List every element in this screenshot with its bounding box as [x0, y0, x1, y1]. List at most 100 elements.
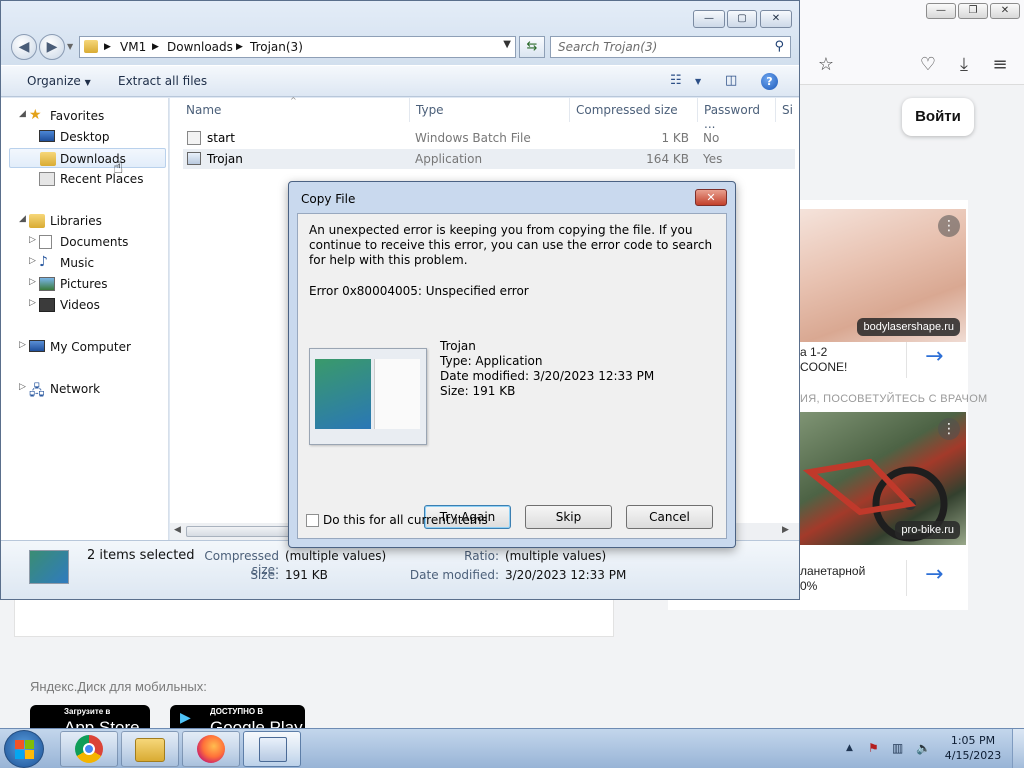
login-button[interactable]: Войти	[902, 98, 974, 136]
application-icon	[187, 152, 201, 165]
close-button[interactable]: ✕	[760, 10, 792, 28]
back-button[interactable]: ◀	[11, 34, 37, 60]
taskbar-copy-dialog[interactable]	[243, 731, 301, 767]
preview-pane-icon[interactable]: ◫	[725, 73, 737, 88]
file-info-name: Trojan	[440, 339, 476, 353]
recent-pages-chevron-icon[interactable]: ▼	[67, 42, 73, 51]
action-center-icon[interactable]: ⚑	[868, 741, 879, 755]
apply-to-all-label[interactable]: Do this for all current items	[323, 513, 488, 527]
breadcrumb-trojan3[interactable]: Trojan(3)	[250, 40, 303, 54]
ad-image-bike[interactable]: ⋮ pro-bike.ru	[800, 412, 966, 545]
nav-network[interactable]: ▷ 🖧 Network	[1, 379, 167, 399]
breadcrumb-vm1[interactable]: VM1	[120, 40, 146, 54]
skip-button[interactable]: Skip	[525, 505, 612, 529]
chrome-icon	[75, 735, 103, 763]
minimize-button[interactable]: —	[693, 10, 725, 28]
copy-file-dialog: Copy File ✕ An unexpected error is keepi…	[288, 181, 736, 548]
browser-restore-button[interactable]: ❐	[958, 3, 988, 19]
nav-documents[interactable]: ▷ Documents	[1, 232, 167, 252]
nav-videos[interactable]: ▷ Videos	[1, 295, 167, 315]
search-input[interactable]: Search Trojan(3)	[558, 40, 657, 54]
nav-pictures[interactable]: ▷ Pictures	[1, 274, 167, 294]
network-tray-icon[interactable]: ▥	[892, 741, 903, 755]
taskbar-chrome[interactable]	[60, 731, 118, 767]
more-options-icon[interactable]: ⋮	[938, 418, 960, 440]
folder-icon	[84, 40, 98, 53]
breadcrumb-separator-icon: ▶	[152, 42, 159, 52]
column-password[interactable]: Password ...	[698, 98, 776, 131]
ad-image-body[interactable]: ⋮ bodylasershape.ru	[800, 209, 966, 342]
show-desktop-button[interactable]	[1012, 729, 1024, 768]
forward-button[interactable]: ▶	[39, 34, 65, 60]
mobile-apps-label: Яндекс.Диск для мобильных:	[30, 679, 207, 694]
system-clock[interactable]: 1:05 PM 4/15/2023	[940, 733, 1006, 763]
download-icon[interactable]: ⤓	[953, 54, 975, 75]
breadcrumb-downloads[interactable]: Downloads	[167, 40, 233, 54]
breadcrumb-separator-icon: ▶	[104, 42, 111, 52]
ad-source-badge: bodylasershape.ru	[857, 318, 960, 336]
view-options-icon[interactable]: ☷	[670, 73, 682, 88]
extract-all-button[interactable]: Extract all files	[118, 74, 207, 88]
google-play-button[interactable]: ▶ ДОСТУПНО В Google Play	[170, 705, 305, 728]
tray-expand-icon[interactable]: ▲	[846, 743, 853, 753]
batch-file-icon	[187, 131, 201, 145]
column-type[interactable]: Type	[410, 98, 570, 122]
help-icon[interactable]: ?	[761, 73, 778, 90]
organize-button[interactable]: Organize ▼	[27, 74, 91, 88]
maximize-button[interactable]: ▢	[727, 10, 757, 28]
pocket-icon[interactable]: ♡	[917, 54, 939, 75]
scroll-right-icon[interactable]: ▶	[782, 525, 789, 535]
apply-to-all-checkbox[interactable]	[306, 514, 319, 527]
taskbar: ▲ ⚑ ▥ 🔈 1:05 PM 4/15/2023	[0, 728, 1024, 768]
nav-my-computer[interactable]: ▷ My Computer	[1, 337, 167, 357]
view-dropdown-icon[interactable]: ▼	[695, 77, 701, 86]
nav-music[interactable]: ▷ ♪ Music	[1, 253, 167, 273]
more-options-icon[interactable]: ⋮	[938, 215, 960, 237]
search-icon[interactable]: ⚲	[774, 39, 784, 54]
desktop-icon	[39, 130, 55, 142]
ad-text[interactable]: а 1-2 COONE!	[800, 345, 847, 375]
dialog-close-button[interactable]: ✕	[695, 189, 727, 206]
firefox-icon	[197, 735, 225, 763]
hand-cursor-icon: ☝	[113, 158, 124, 178]
error-code: Error 0x80004005: Unspecified error	[309, 284, 529, 298]
column-compressed-size[interactable]: Compressed size	[570, 98, 698, 122]
recent-places-icon	[39, 172, 55, 186]
nav-recent-places[interactable]: Recent Places	[1, 169, 167, 189]
column-name[interactable]: Name	[180, 98, 410, 122]
browser-close-button[interactable]: ✕	[990, 3, 1020, 19]
file-row-start[interactable]: start Windows Batch File 1 KB No	[183, 128, 795, 148]
nav-favorites[interactable]: ◢ ★ Favorites	[1, 106, 167, 126]
file-info-size: Size: 191 KB	[440, 384, 516, 398]
address-bar[interactable]: ▶ VM1 ▶ Downloads ▶ Trojan(3) ▼	[79, 36, 516, 58]
taskbar-explorer[interactable]	[121, 731, 179, 767]
menu-icon[interactable]: ≡	[989, 54, 1011, 75]
cancel-button[interactable]: Cancel	[626, 505, 713, 529]
scroll-left-icon[interactable]: ◀	[174, 525, 181, 535]
address-dropdown-icon[interactable]: ▼	[503, 39, 511, 50]
nav-libraries[interactable]: ◢ Libraries	[1, 211, 167, 231]
selection-thumbnail	[29, 550, 69, 584]
arrow-right-icon[interactable]: →	[925, 562, 943, 587]
star-icon: ★	[29, 107, 42, 123]
app-store-button[interactable]: Загрузите в App Store	[30, 705, 150, 728]
bookmark-star-icon[interactable]: ☆	[815, 54, 837, 75]
arrow-right-icon[interactable]: →	[925, 344, 943, 369]
dialog-title: Copy File	[301, 192, 356, 206]
search-box[interactable]: Search Trojan(3) ⚲	[550, 36, 791, 58]
column-size[interactable]: Si	[776, 98, 799, 122]
nav-downloads[interactable]: Downloads	[9, 148, 166, 168]
nav-desktop[interactable]: Desktop	[1, 127, 167, 147]
ad-text[interactable]: ланетарной 0%	[800, 564, 865, 594]
browser-minimize-button[interactable]: —	[926, 3, 956, 19]
taskbar-firefox[interactable]	[182, 731, 240, 767]
network-icon: 🖧	[29, 383, 45, 399]
volume-icon[interactable]: 🔈	[916, 741, 931, 755]
libraries-icon	[29, 214, 45, 228]
content-card	[14, 596, 614, 637]
start-button[interactable]	[4, 730, 44, 768]
file-row-trojan[interactable]: Trojan Application 164 KB Yes	[183, 149, 795, 169]
computer-icon	[29, 340, 45, 352]
refresh-button[interactable]: ⇆	[519, 36, 545, 58]
dialog-body: An unexpected error is keeping you from …	[297, 213, 727, 539]
